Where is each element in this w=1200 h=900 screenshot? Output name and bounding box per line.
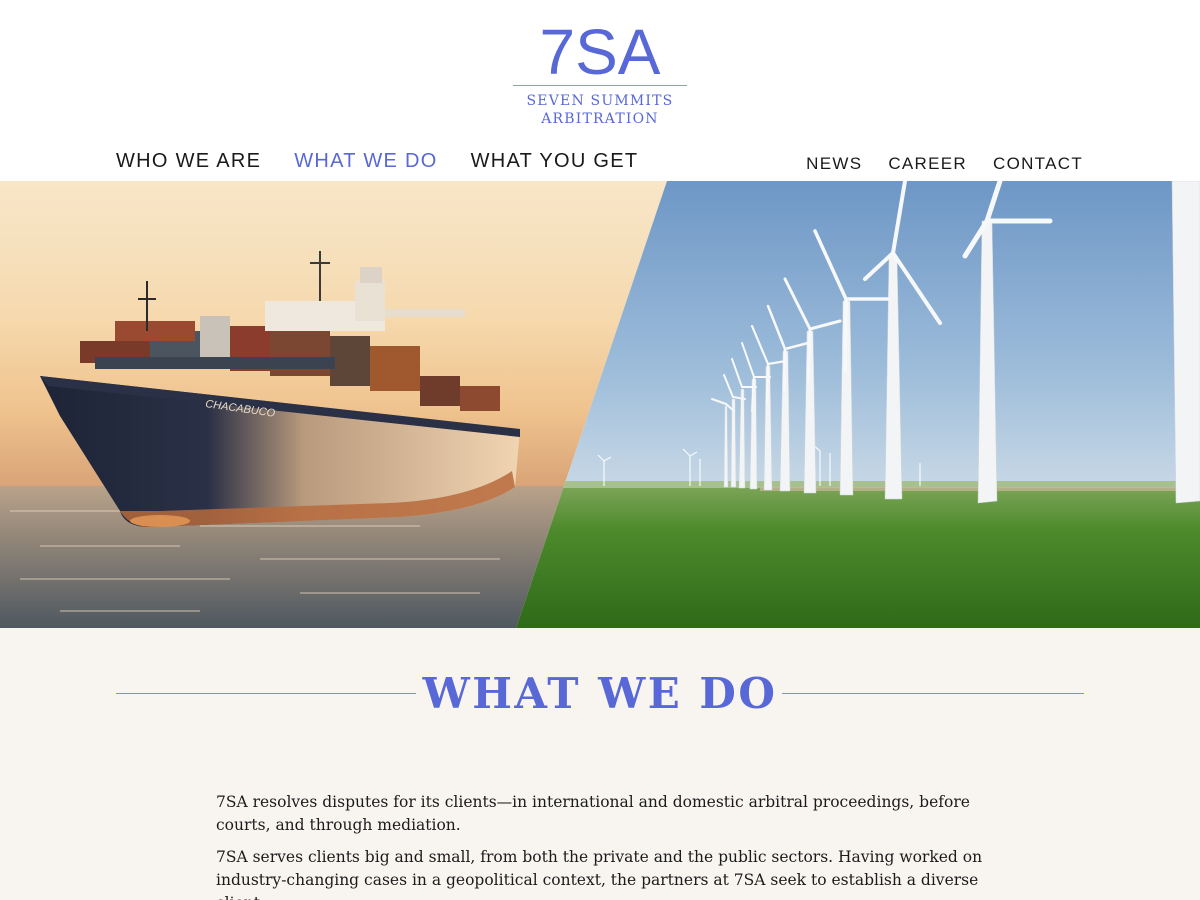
logo[interactable]: 7SA SEVEN SUMMITS ARBITRATION — [513, 14, 687, 130]
logo-mark: 7SA — [540, 16, 661, 84]
secondary-nav: NEWS CAREER CONTACT — [780, 150, 1083, 178]
primary-nav: WHO WE ARE WHAT WE DO WHAT YOU GET — [116, 146, 671, 176]
logo-name-line1: SEVEN SUMMITS — [526, 93, 674, 109]
nav-contact[interactable]: CONTACT — [993, 150, 1083, 178]
section-title: WHAT WE DO — [422, 669, 778, 718]
hero-illustration: CHACABUCO — [0, 181, 1200, 628]
main-content: WHAT WE DO 7SA resolves disputes for its… — [0, 628, 1200, 900]
logo-name-line2: ARBITRATION — [541, 111, 659, 127]
nav-news[interactable]: NEWS — [806, 150, 862, 178]
hero-image: CHACABUCO — [0, 181, 1200, 628]
nav-career[interactable]: CAREER — [888, 150, 967, 178]
nav-who-we-are[interactable]: WHO WE ARE — [116, 146, 261, 176]
nav-what-you-get[interactable]: WHAT YOU GET — [471, 146, 639, 176]
svg-text:7SA: 7SA — [540, 16, 661, 84]
site-header: 7SA SEVEN SUMMITS ARBITRATION WHO WE ARE… — [0, 0, 1200, 181]
body-paragraph: 7SA resolves disputes for its clients—in… — [216, 793, 970, 834]
section-heading: WHAT WE DO — [116, 666, 1084, 722]
section-body: 7SA resolves disputes for its clients—in… — [216, 791, 986, 900]
heading-rule-right — [782, 693, 1084, 694]
body-paragraph: 7SA serves clients big and small, from b… — [216, 848, 983, 900]
nav-what-we-do[interactable]: WHAT WE DO — [294, 146, 437, 176]
logo-divider — [513, 85, 687, 86]
